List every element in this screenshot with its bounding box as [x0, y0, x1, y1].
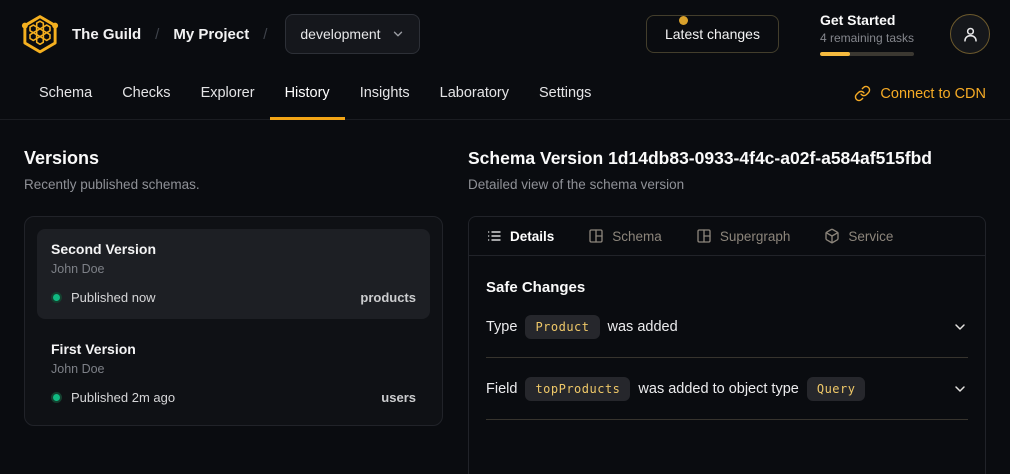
breadcrumb-separator: /: [155, 26, 159, 43]
connect-to-cdn-link[interactable]: Connect to CDN: [854, 85, 986, 102]
change-code-badge: Query: [807, 377, 866, 401]
safe-changes-heading: Safe Changes: [486, 279, 968, 296]
list-icon: [486, 228, 502, 244]
tab-insights[interactable]: Insights: [345, 68, 425, 120]
tab-settings[interactable]: Settings: [524, 68, 606, 120]
versions-title: Versions: [24, 148, 443, 169]
notification-dot: [679, 16, 688, 25]
change-code-badge: topProducts: [525, 377, 630, 401]
version-service: products: [360, 290, 416, 305]
breadcrumb-project[interactable]: My Project: [173, 26, 249, 43]
get-started-widget[interactable]: Get Started 4 remaining tasks: [820, 12, 914, 56]
user-icon: [961, 25, 980, 44]
version-name: Second Version: [51, 241, 416, 257]
chevron-down-icon[interactable]: [952, 381, 968, 397]
detail-tab-supergraph[interactable]: Supergraph: [696, 228, 791, 244]
schema-version-panel: Schema Version 1d14db83-0933-4f4c-a02f-a…: [468, 148, 986, 474]
main-content: Versions Recently published schemas. Sec…: [0, 120, 1010, 474]
breadcrumb-separator: /: [263, 26, 267, 43]
get-started-title: Get Started: [820, 12, 914, 28]
cube-icon: [824, 228, 840, 244]
published-status-icon: [51, 392, 62, 403]
connect-to-cdn-label: Connect to CDN: [880, 86, 986, 102]
detail-tab-label: Supergraph: [720, 229, 791, 244]
columns-icon: [696, 228, 712, 244]
detail-tab-label: Service: [848, 229, 893, 244]
version-name: First Version: [51, 341, 416, 357]
change-code-badge: Product: [525, 315, 599, 339]
get-started-subtitle: 4 remaining tasks: [820, 31, 914, 45]
detail-tab-schema[interactable]: Schema: [588, 228, 662, 244]
schema-version-title: Schema Version 1d14db83-0933-4f4c-a02f-a…: [468, 148, 986, 169]
breadcrumb-org[interactable]: The Guild: [72, 26, 141, 43]
tab-laboratory[interactable]: Laboratory: [425, 68, 524, 120]
tab-history[interactable]: History: [270, 68, 345, 120]
tab-schema[interactable]: Schema: [24, 68, 107, 120]
versions-subtitle: Recently published schemas.: [24, 177, 443, 192]
detail-tab-service[interactable]: Service: [824, 228, 893, 244]
tab-checks[interactable]: Checks: [107, 68, 185, 120]
change-row[interactable]: Field topProducts was added to object ty…: [486, 358, 968, 420]
app-header: The Guild / My Project / development Lat…: [0, 0, 1010, 68]
detail-body: Safe Changes Type Product was added Fiel…: [469, 256, 985, 420]
tab-explorer[interactable]: Explorer: [186, 68, 270, 120]
user-avatar[interactable]: [950, 14, 990, 54]
version-list-item[interactable]: Second Version John Doe Published now pr…: [37, 229, 430, 319]
version-list-item[interactable]: First Version John Doe Published 2m ago …: [37, 329, 430, 419]
schema-version-detail-card: Details Schema Supergraph: [468, 216, 986, 474]
published-status-icon: [51, 292, 62, 303]
latest-changes-button[interactable]: Latest changes: [646, 15, 779, 53]
change-text: Field: [486, 381, 517, 397]
version-status: Published now: [71, 290, 156, 305]
breadcrumb: The Guild / My Project / development: [72, 14, 420, 54]
change-row[interactable]: Type Product was added: [486, 296, 968, 358]
change-text: was added to object type: [638, 381, 798, 397]
detail-tab-label: Schema: [612, 229, 662, 244]
columns-icon: [588, 228, 604, 244]
progress-fill: [820, 52, 850, 56]
detail-tab-details[interactable]: Details: [486, 228, 554, 244]
version-status: Published 2m ago: [71, 390, 175, 405]
detail-tabs: Details Schema Supergraph: [469, 217, 985, 256]
version-service: users: [381, 390, 416, 405]
detail-tab-label: Details: [510, 229, 554, 244]
get-started-progressbar: [820, 52, 914, 56]
version-author: John Doe: [51, 262, 416, 276]
change-text: was added: [608, 319, 678, 335]
chevron-down-icon: [391, 27, 405, 41]
target-selector-dropdown[interactable]: development: [285, 14, 419, 54]
chevron-down-icon[interactable]: [952, 319, 968, 335]
versions-list: Second Version John Doe Published now pr…: [24, 216, 443, 426]
version-author: John Doe: [51, 362, 416, 376]
link-icon: [854, 85, 871, 102]
versions-panel: Versions Recently published schemas. Sec…: [24, 148, 443, 474]
guild-logo-icon[interactable]: [18, 12, 62, 56]
change-text: Type: [486, 319, 517, 335]
target-selector-value: development: [300, 26, 380, 42]
project-nav: Schema Checks Explorer History Insights …: [0, 68, 1010, 120]
schema-version-subtitle: Detailed view of the schema version: [468, 177, 986, 192]
